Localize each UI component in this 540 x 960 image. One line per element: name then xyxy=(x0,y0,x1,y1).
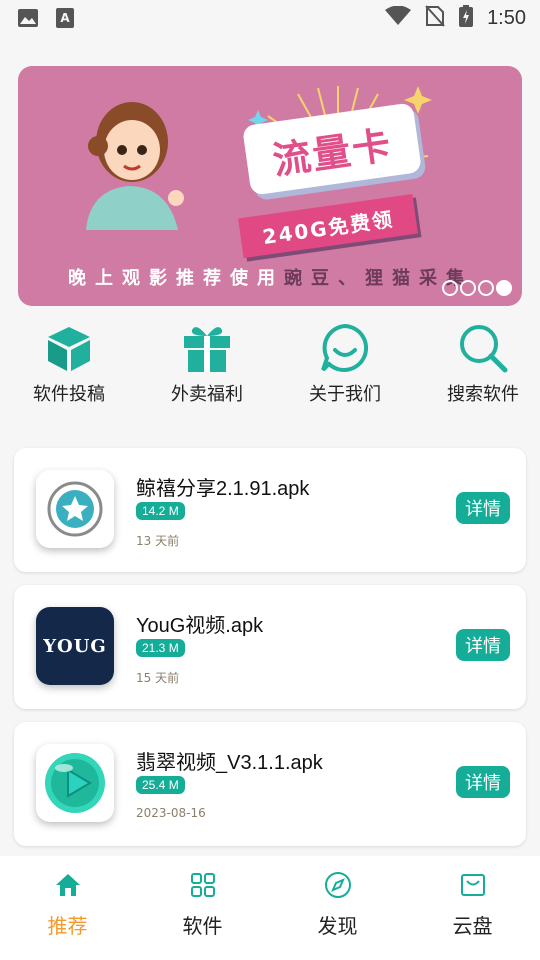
app-time: 15 天前 xyxy=(136,671,180,685)
promo-banner[interactable]: 流量卡 240G免费领 晚上观影推荐使用豌豆、狸猫采集 xyxy=(18,66,522,306)
play-bubble-icon xyxy=(36,744,114,822)
gift-icon xyxy=(142,320,272,376)
no-sim-icon xyxy=(425,5,445,31)
compass-icon xyxy=(270,872,405,898)
quick-item-search-software[interactable]: 搜索软件 xyxy=(418,320,540,406)
tab-discover[interactable]: 发现 xyxy=(270,872,405,939)
detail-button[interactable]: 详情 xyxy=(456,629,510,661)
app-name: 翡翠视频_V3.1.1.apk xyxy=(136,752,323,774)
page-dot[interactable] xyxy=(478,280,494,296)
size-badge: 14.2 M xyxy=(136,502,185,520)
search-icon xyxy=(418,320,540,376)
youg-logo-icon: YOUG xyxy=(36,607,114,685)
home-icon xyxy=(0,872,135,898)
banner-caption: 晚上观影推荐使用豌豆、狸猫采集 xyxy=(68,268,473,289)
app-time: 2023-08-16 xyxy=(136,806,206,820)
app-name: YouG视频.apk xyxy=(136,615,264,637)
wifi-icon xyxy=(385,5,412,30)
detail-button[interactable]: 详情 xyxy=(456,492,510,524)
list-item[interactable]: 鲸禧分享2.1.91.apk 14.2 M 13 天前 详情 xyxy=(14,448,526,572)
tab-software[interactable]: 软件 xyxy=(135,872,270,939)
cube-icon xyxy=(4,320,134,376)
clock: 1:50 xyxy=(487,6,526,29)
page-dot-active[interactable] xyxy=(496,280,512,296)
quick-menu: 软件投稿 外卖福利 关于我们 搜索软件 xyxy=(0,320,540,410)
page-dot[interactable] xyxy=(442,280,458,296)
grid-icon xyxy=(135,872,270,898)
tab-cloud[interactable]: 云盘 xyxy=(405,872,540,939)
app-name: 鲸禧分享2.1.91.apk xyxy=(136,478,310,500)
page-dot[interactable] xyxy=(460,280,476,296)
font-app-icon: A xyxy=(56,8,74,32)
size-badge: 21.3 M xyxy=(136,639,185,657)
tab-recommend[interactable]: 推荐 xyxy=(0,872,135,939)
bottom-nav: 推荐 软件 发现 云盘 xyxy=(0,856,540,960)
banner-page-indicator xyxy=(442,280,512,296)
girl-illustration xyxy=(86,102,184,230)
list-item[interactable]: 翡翠视频_V3.1.1.apk 25.4 M 2023-08-16 详情 xyxy=(14,722,526,846)
list-item[interactable]: YOUG YouG视频.apk 21.3 M 15 天前 详情 xyxy=(14,585,526,709)
quick-item-submit-software[interactable]: 软件投稿 xyxy=(4,320,134,406)
status-bar: A 1:50 xyxy=(0,0,540,36)
inbox-icon xyxy=(405,872,540,898)
quick-item-takeout[interactable]: 外卖福利 xyxy=(142,320,272,406)
star-badge-icon xyxy=(36,470,114,548)
app-time: 13 天前 xyxy=(136,534,180,548)
size-badge: 25.4 M xyxy=(136,776,185,794)
detail-button[interactable]: 详情 xyxy=(456,766,510,798)
quick-item-about-us[interactable]: 关于我们 xyxy=(280,320,410,406)
banner-title: 流量卡 xyxy=(269,122,395,183)
chat-smile-icon xyxy=(280,320,410,376)
image-icon xyxy=(18,9,38,31)
battery-charging-icon xyxy=(459,5,474,31)
svg-text:A: A xyxy=(60,11,70,25)
